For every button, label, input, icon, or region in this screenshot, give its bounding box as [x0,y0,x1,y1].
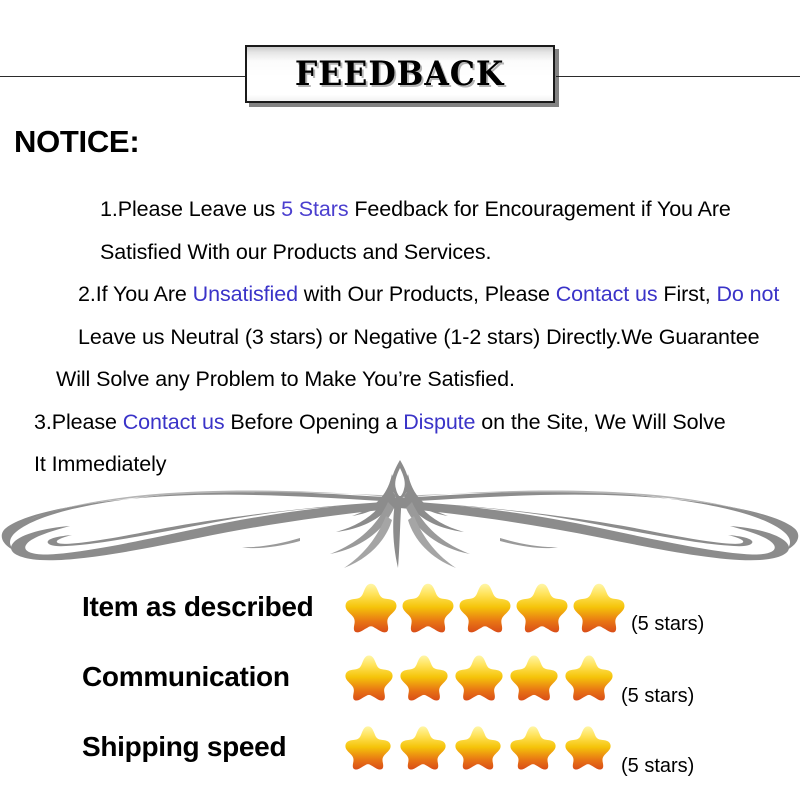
notice-text: 3.Please [34,409,123,434]
notice-text: with Our Products, Please [297,282,556,306]
notice-heading-label: NOTICE [14,124,130,159]
star-icon [510,726,556,770]
star-icon [510,655,558,701]
notice-line: 1.Please Leave us 5 Stars Feedback for E… [34,188,800,401]
ratings-list: Item as described (5 stars) Communication (… [0,572,800,782]
highlighted-text: Do not [716,282,780,306]
star-icon [455,655,503,701]
notice-text: Will Solve any Problem to Make You’re Sa… [56,367,515,391]
notice-heading: NOTICE: [14,124,140,160]
star-icon [400,726,446,770]
rating-caption: (5 stars) [621,685,695,707]
star-icon [459,583,511,633]
highlighted-text: 5 Stars [281,197,355,221]
notice-text: 2.If You Are [78,282,193,306]
feedback-title-plate: FEEDBACK [245,45,555,103]
highlighted-text: Unsatisfied [192,282,298,306]
rating-label: Communication [82,661,290,692]
notice-text: Satisfied With our Products and Services… [100,239,492,264]
header-banner-area: FEEDBACK [0,0,800,112]
star-icon [565,726,611,770]
rating-label: Item as described [82,591,314,622]
notice-text: on the Site, We Will Solve [475,409,726,434]
notice-list: 1.Please Leave us 5 Stars Feedback for E… [12,188,800,486]
rating-caption: (5 stars) [621,755,695,777]
star-icon [516,583,568,633]
notice-text: Before Opening a [224,409,404,434]
star-icon [455,726,501,770]
filigree-ornament-icon [0,458,800,570]
star-rating [344,724,619,770]
rating-row: Item as described (5 stars) [0,572,800,642]
rating-row: Shipping speed (5 stars) [0,712,800,782]
rating-row: Communication (5 stars) [0,642,800,712]
page-title: FEEDBACK [295,54,505,94]
notice-line: 1.Please Leave us 5 Stars Feedback for E… [78,188,800,273]
star-icon [345,583,397,633]
notice-line: 1.Please Leave us 5 Stars Feedback for E… [100,188,800,231]
rating-caption: (5 stars) [631,613,705,635]
header-rule-right [556,76,800,77]
star-rating [344,581,629,633]
star-icon [345,726,391,770]
notice-line: 1.Please Leave us 5 Stars Feedback for E… [56,188,800,358]
star-icon [565,655,613,701]
notice-line: 1.Please Leave us 5 Stars Feedback for E… [12,188,800,486]
notice-text: Leave us Neutral (3 stars) or Negative (… [78,324,760,349]
star-icon [573,583,625,633]
star-icon [402,583,454,633]
notice-text: Feedback for Encouragement if You Are [354,197,731,221]
rating-label: Shipping speed [82,731,287,762]
header-rule-left [0,76,248,77]
notice-line: 1.Please Leave us 5 Stars Feedback for E… [78,188,800,316]
star-icon [400,655,448,701]
notice-heading-colon: : [129,124,140,159]
highlighted-text: Contact us [555,282,658,306]
highlighted-text: Contact us [122,409,225,434]
notice-text: 1.Please Leave us [100,197,282,221]
highlighted-text: Dispute [403,409,476,434]
notice-text: First, [657,282,717,306]
star-rating [344,653,619,701]
star-icon [345,655,393,701]
notice-line: 1.Please Leave us 5 Stars Feedback for E… [34,188,800,443]
